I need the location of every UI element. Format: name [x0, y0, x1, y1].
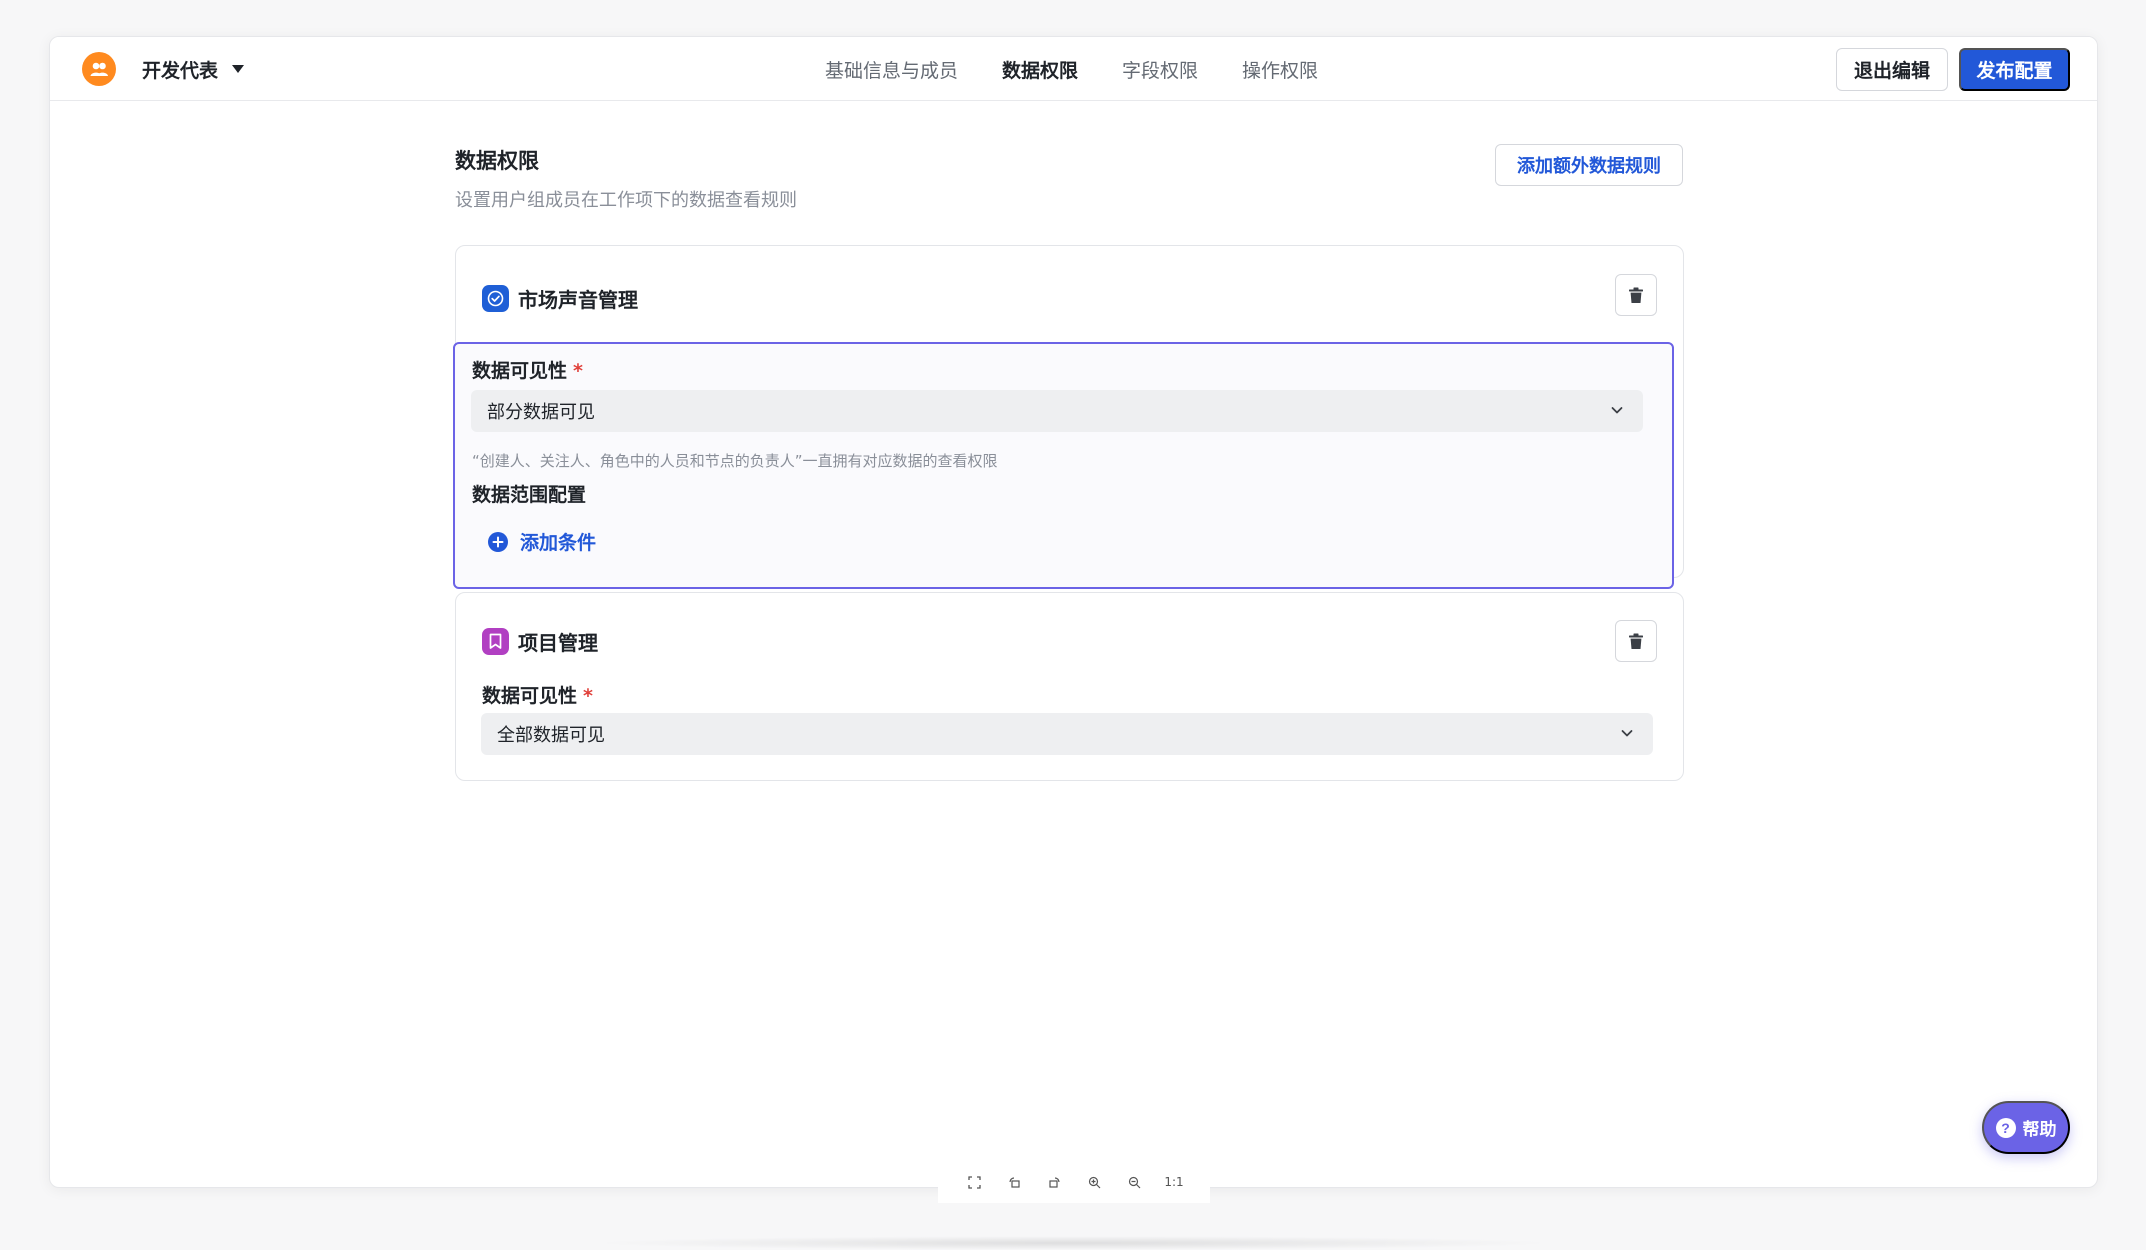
team-avatar — [82, 52, 116, 86]
add-condition-label: 添加条件 — [520, 532, 597, 554]
visibility-label-text: 数据可见性 — [482, 685, 578, 707]
zoom-out-icon[interactable] — [1123, 1171, 1145, 1193]
zoom-reset-button[interactable]: 1:1 — [1163, 1171, 1185, 1193]
tab-data-permission[interactable]: 数据权限 — [1002, 56, 1078, 83]
rotate-left-icon[interactable] — [1003, 1171, 1025, 1193]
tab-basic-info[interactable]: 基础信息与成员 — [825, 56, 958, 83]
visibility-select-value: 全部数据可见 — [497, 725, 605, 746]
chevron-down-icon — [1621, 730, 1633, 737]
card-header: 项目管理 — [482, 627, 598, 656]
image-viewer-toolbar: 1:1 — [938, 1161, 1210, 1203]
tab-operation-permission[interactable]: 操作权限 — [1242, 56, 1318, 83]
add-extra-rule-button[interactable]: 添加额外数据规则 — [1495, 144, 1683, 186]
visibility-select-value: 部分数据可见 — [487, 402, 595, 423]
rule-body-active: 数据可见性 * 部分数据可见 “创建人、关注人、角色中的人员和节点的负责人”一直拥… — [453, 342, 1674, 589]
card-header: 市场声音管理 — [482, 284, 638, 313]
card-title: 项目管理 — [518, 631, 598, 655]
publish-config-button[interactable]: 发布配置 — [1959, 48, 2070, 91]
add-condition-button[interactable]: 添加条件 — [488, 528, 596, 555]
bookmark-icon — [482, 628, 509, 655]
card-title: 市场声音管理 — [518, 288, 638, 312]
visibility-select[interactable]: 部分数据可见 — [471, 390, 1643, 432]
help-label: 帮助 — [2022, 1120, 2057, 1139]
visibility-label-text: 数据可见性 — [472, 360, 568, 382]
question-circle-icon: ? — [1995, 1117, 2016, 1138]
visibility-label: 数据可见性 * — [482, 681, 593, 708]
chevron-down-icon — [1611, 407, 1623, 414]
tab-field-permission[interactable]: 字段权限 — [1122, 56, 1198, 83]
visibility-label: 数据可见性 * — [472, 356, 583, 383]
required-mark: * — [583, 685, 593, 707]
page-title: 数据权限 — [455, 149, 539, 173]
data-rule-card: 项目管理 数据可见性 * 全部数据可见 — [455, 592, 1684, 781]
check-circle-icon — [482, 285, 509, 312]
caret-down-icon — [232, 65, 245, 73]
page-description: 设置用户组成员在工作项下的数据查看规则 — [455, 190, 797, 211]
app-window: 开发代表 基础信息与成员 数据权限 字段权限 操作权限 退出编辑 发布配置 数据… — [49, 36, 2098, 1188]
tab-bar: 基础信息与成员 数据权限 字段权限 操作权限 — [825, 37, 1318, 101]
trash-icon — [1629, 633, 1643, 649]
range-config-label: 数据范围配置 — [472, 484, 587, 506]
team-switcher[interactable]: 开发代表 — [82, 52, 245, 86]
visibility-select[interactable]: 全部数据可见 — [481, 713, 1653, 755]
group-icon — [90, 62, 108, 76]
exit-edit-button[interactable]: 退出编辑 — [1836, 48, 1948, 91]
rotate-right-icon[interactable] — [1043, 1171, 1065, 1193]
bottom-shadow — [590, 1236, 1556, 1250]
delete-rule-button[interactable] — [1615, 274, 1657, 316]
delete-rule-button[interactable] — [1615, 620, 1657, 662]
help-button[interactable]: ? 帮助 — [1982, 1101, 2070, 1154]
top-header: 开发代表 基础信息与成员 数据权限 字段权限 操作权限 退出编辑 发布配置 — [50, 37, 2097, 101]
zoom-in-icon[interactable] — [1083, 1171, 1105, 1193]
plus-circle-icon — [488, 531, 508, 552]
fullscreen-icon[interactable] — [963, 1171, 985, 1193]
visibility-hint: “创建人、关注人、角色中的人员和节点的负责人”一直拥有对应数据的查看权限 — [472, 452, 998, 470]
trash-icon — [1629, 287, 1643, 303]
team-name: 开发代表 — [142, 59, 219, 82]
required-mark: * — [573, 360, 583, 382]
